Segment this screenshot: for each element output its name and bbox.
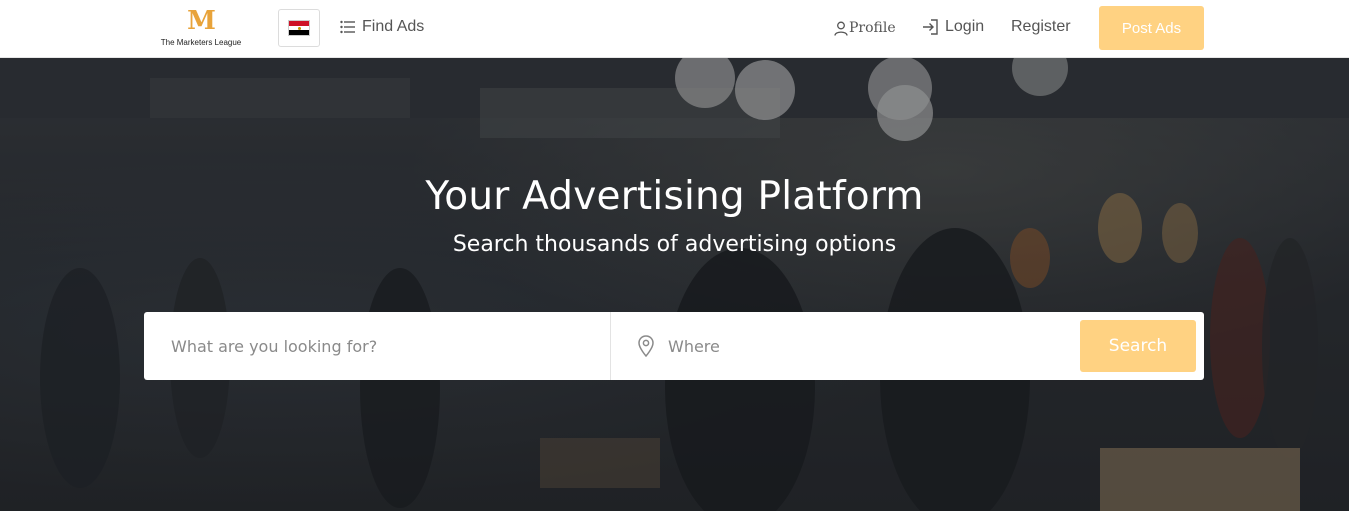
site-logo[interactable]: M The Marketers League (158, 8, 244, 50)
hero-title: Your Advertising Platform (425, 174, 924, 219)
find-ads-label: Find Ads (362, 18, 425, 35)
find-ads-link[interactable]: Find Ads (340, 18, 424, 36)
location-search-input[interactable] (612, 312, 1078, 380)
profile-label: Profile (849, 20, 896, 36)
egypt-flag-icon (288, 20, 310, 36)
top-navbar: M The Marketers League Find Ads Profile … (0, 0, 1349, 58)
register-link[interactable]: Register (1011, 18, 1071, 36)
hero-overlay (0, 58, 1349, 511)
login-label: Login (945, 18, 985, 35)
post-ads-button[interactable]: Post Ads (1099, 6, 1204, 50)
search-button[interactable]: Search (1080, 320, 1196, 372)
login-link[interactable]: Login (922, 18, 984, 36)
register-label: Register (1011, 18, 1071, 35)
hero-banner: Your Advertising Platform Search thousan… (0, 58, 1349, 511)
search-bar: Search (144, 312, 1204, 380)
country-selector-button[interactable] (278, 9, 320, 47)
location-field (612, 312, 1078, 380)
hero-subtitle: Search thousands of advertising options (452, 232, 897, 257)
logo-mark: M (187, 6, 216, 36)
keyword-search-input[interactable] (144, 312, 611, 380)
user-icon (834, 21, 848, 36)
logo-text: The Marketers League (160, 38, 242, 47)
sign-in-icon (923, 19, 938, 35)
profile-link[interactable]: Profile (834, 20, 896, 36)
list-icon (340, 20, 355, 34)
